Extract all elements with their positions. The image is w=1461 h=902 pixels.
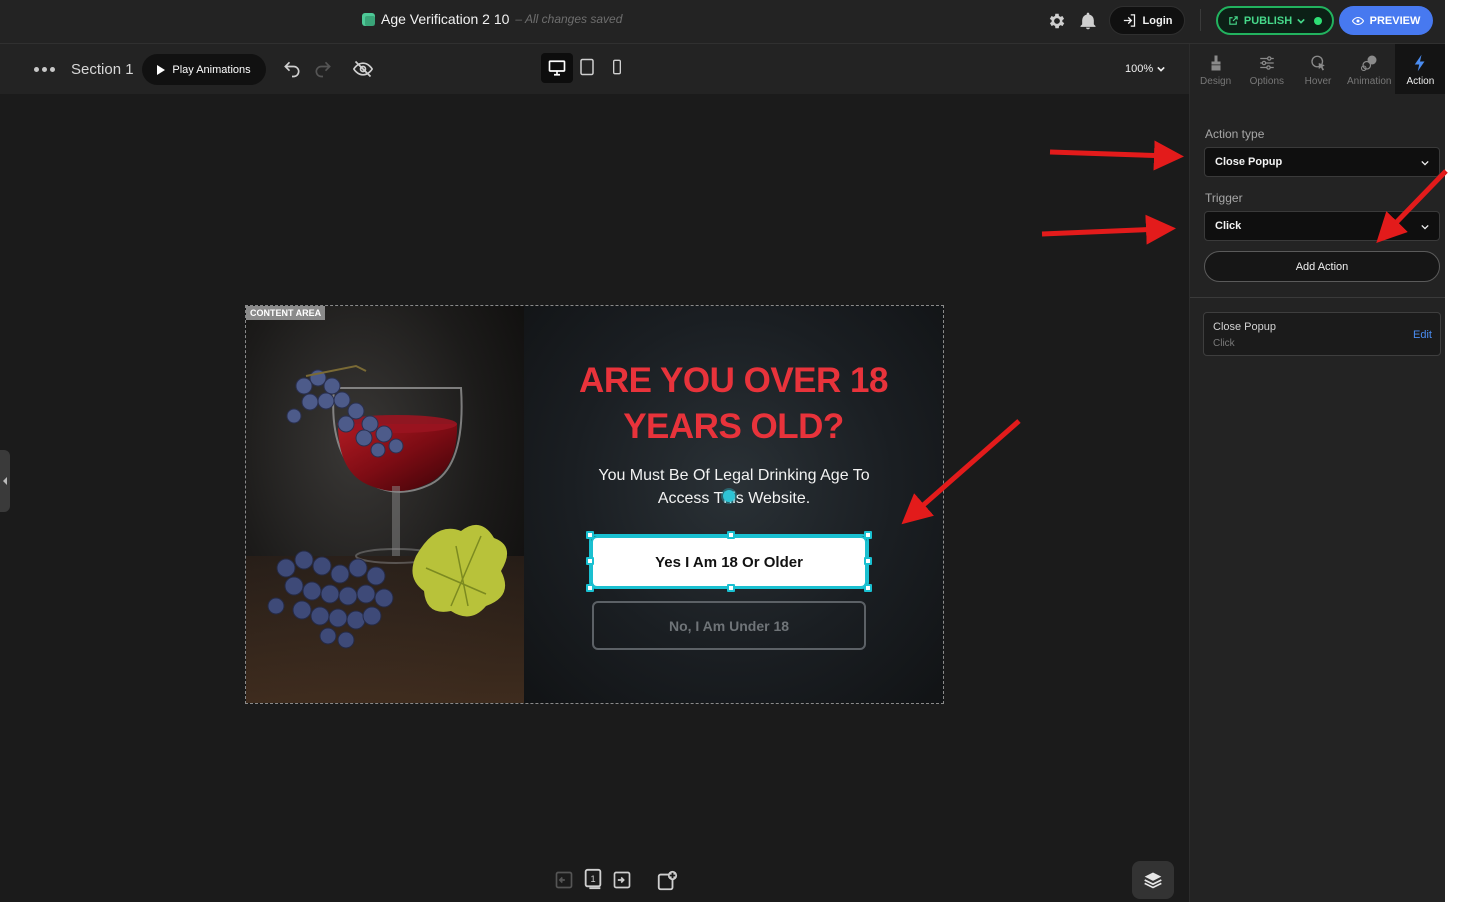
undo-icon[interactable] [282, 59, 302, 79]
play-animations-button[interactable]: Play Animations [142, 54, 266, 85]
under-18-button[interactable]: No, I Am Under 18 [592, 601, 866, 650]
desktop-icon [548, 60, 566, 76]
external-link-icon [1229, 16, 1238, 25]
properties-panel: Design Options Hover Animation Action Ac… [1189, 44, 1445, 902]
chevron-down-icon [1421, 224, 1429, 230]
tab-hover[interactable]: Hover [1292, 44, 1343, 94]
popup-heading[interactable]: ARE YOU OVER 18 YEARS OLD? [524, 358, 943, 450]
trigger-label: Trigger [1205, 191, 1243, 205]
heading-line-1: ARE YOU OVER 18 [579, 361, 888, 400]
wine-glass-image[interactable] [246, 306, 524, 703]
sliders-icon [1260, 56, 1274, 70]
redo-icon[interactable] [313, 59, 333, 79]
action-card-trigger: Click [1213, 338, 1235, 349]
mobile-icon[interactable] [609, 58, 629, 78]
trigger-value: Click [1215, 220, 1242, 232]
divider [1200, 9, 1201, 31]
tablet-icon[interactable] [578, 58, 598, 78]
popup-content-area[interactable]: CONTENT AREA ARE YOU OVER 18 YEARS OLD? … [245, 305, 944, 704]
panel-tabs: Design Options Hover Animation Action [1190, 44, 1445, 94]
divider [1190, 297, 1445, 298]
page-controls: 1 [548, 864, 688, 896]
eye-icon [1351, 16, 1364, 25]
editor-toolbar: Section 1 Play Animations 100% [0, 44, 1189, 94]
status-dot [1314, 16, 1323, 25]
prev-page-icon[interactable] [554, 870, 574, 890]
subtext-line-1: You Must Be Of Legal Drinking Age To [598, 467, 870, 484]
layers-icon [1144, 872, 1162, 889]
preview-label: PREVIEW [1369, 14, 1421, 27]
tab-options[interactable]: Options [1241, 44, 1292, 94]
document-name[interactable]: Age Verification 2 10 [381, 11, 509, 27]
action-card-title: Close Popup [1213, 321, 1276, 333]
hide-eye-icon[interactable] [352, 59, 374, 79]
more-options-button[interactable] [34, 67, 55, 72]
chevron-down-icon [1421, 160, 1429, 166]
chevron-down-icon [1297, 18, 1305, 24]
tab-label: Options [1249, 76, 1285, 87]
login-button[interactable]: Login [1109, 6, 1185, 35]
cursor-indicator [723, 490, 735, 502]
add-action-button[interactable]: Add Action [1204, 251, 1440, 282]
heading-line-2: YEARS OLD? [623, 407, 844, 446]
bell-icon[interactable] [1078, 11, 1098, 31]
yes-18-button[interactable]: Yes I Am 18 Or Older [591, 536, 867, 588]
top-bar: Age Verification 2 10 – All changes save… [0, 0, 1445, 44]
section-label[interactable]: Section 1 [71, 61, 134, 78]
trigger-select[interactable]: Click [1204, 211, 1440, 241]
login-label: Login [1142, 14, 1173, 27]
action-card: Close Popup Click Edit [1203, 312, 1441, 356]
desktop-view-button[interactable] [541, 53, 573, 83]
play-icon [157, 64, 166, 75]
publish-label: PUBLISH [1243, 14, 1293, 27]
login-icon [1123, 14, 1135, 27]
tab-label: Animation [1346, 76, 1392, 87]
next-page-icon[interactable] [612, 870, 632, 890]
cursor-icon [1311, 55, 1325, 71]
preview-button[interactable]: PREVIEW [1339, 6, 1433, 35]
brush-icon [1211, 55, 1221, 71]
animation-icon [1361, 55, 1377, 72]
chevron-down-icon [1157, 66, 1165, 72]
edit-action-link[interactable]: Edit [1413, 329, 1432, 341]
action-type-select[interactable]: Close Popup [1204, 147, 1440, 177]
save-status: – All changes saved [515, 12, 623, 26]
layers-button[interactable] [1132, 861, 1174, 899]
tab-design[interactable]: Design [1190, 44, 1241, 94]
play-animations-label: Play Animations [172, 63, 251, 76]
tab-action[interactable]: Action [1394, 44, 1445, 94]
content-area-tag: CONTENT AREA [246, 306, 326, 320]
add-page-icon[interactable] [656, 870, 678, 891]
document-icon [362, 12, 375, 26]
gear-icon[interactable] [1047, 11, 1067, 31]
tab-label: Hover [1304, 76, 1332, 87]
zoom-select[interactable]: 100% [1125, 63, 1165, 75]
tab-animation[interactable]: Animation [1344, 44, 1395, 94]
action-type-value: Close Popup [1215, 156, 1283, 168]
popup-subtext[interactable]: You Must Be Of Legal Drinking Age To Acc… [564, 464, 904, 510]
document-title: Age Verification 2 10 – All changes save… [362, 11, 622, 27]
tab-label: Design [1200, 76, 1232, 87]
zoom-value: 100% [1125, 63, 1154, 75]
page-number: 1 [590, 874, 595, 884]
publish-button[interactable]: PUBLISH [1216, 6, 1334, 35]
page-number-icon[interactable]: 1 [582, 868, 602, 890]
tab-label: Action [1406, 76, 1435, 87]
bolt-icon [1415, 54, 1425, 72]
action-type-label: Action type [1205, 127, 1265, 141]
app-window: Age Verification 2 10 – All changes save… [0, 0, 1445, 902]
left-panel-toggle[interactable] [0, 450, 10, 512]
